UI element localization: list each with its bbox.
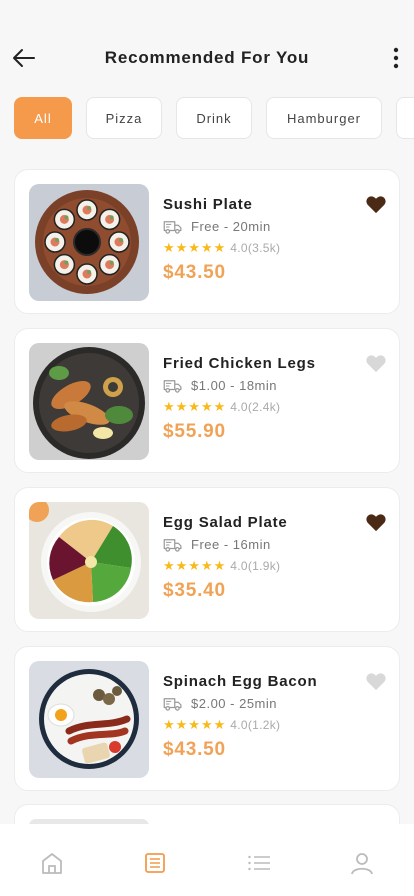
- delivery-text: $2.00 - 25min: [191, 696, 277, 711]
- delivery-info: $1.00 - 18min: [163, 378, 316, 393]
- star-rating-icon: ★★★★★: [163, 240, 227, 255]
- heart-icon: [366, 673, 386, 691]
- recommended-list: Sushi Plate Free - 20min ★★★★★ 4.0(3.5k) …: [14, 169, 400, 805]
- list-item[interactable]: Sushi Plate Free - 20min ★★★★★ 4.0(3.5k) …: [14, 169, 400, 314]
- item-price: $43.50: [163, 262, 226, 283]
- more-options-button[interactable]: [386, 44, 406, 72]
- food-image-sushi: [29, 184, 149, 301]
- item-info: Egg Salad Plate Free - 16min ★★★★★ 4.0(1.…: [163, 514, 288, 602]
- bottom-tab-bar: [0, 824, 414, 896]
- delivery-truck-icon: [163, 379, 182, 393]
- favorite-button[interactable]: [365, 512, 387, 534]
- rating: ★★★★★ 4.0(1.9k): [163, 558, 288, 574]
- filter-chip-partial[interactable]: [396, 97, 414, 139]
- delivery-text: Free - 20min: [191, 219, 271, 234]
- item-info: Sushi Plate Free - 20min ★★★★★ 4.0(3.5k) …: [163, 196, 280, 284]
- favorite-button[interactable]: [365, 194, 387, 216]
- rating-text: 4.0(1.9k): [230, 559, 281, 573]
- filter-chip-pizza[interactable]: Pizza: [86, 97, 162, 139]
- filter-chip-label: Hamburger: [286, 110, 362, 126]
- delivery-truck-icon: [163, 538, 182, 552]
- more-vertical-icon: [393, 47, 399, 69]
- tab-profile[interactable]: [347, 848, 377, 878]
- item-info: Fried Chicken Legs $1.00 - 18min ★★★★★ 4.…: [163, 355, 316, 443]
- rating-text: 4.0(3.5k): [230, 241, 281, 255]
- favorite-button[interactable]: [365, 353, 387, 375]
- delivery-info: Free - 16min: [163, 537, 288, 552]
- list-item[interactable]: Egg Salad Plate Free - 16min ★★★★★ 4.0(1.…: [14, 487, 400, 632]
- item-price: $35.40: [163, 580, 226, 601]
- rating: ★★★★★ 4.0(2.4k): [163, 399, 316, 415]
- profile-icon: [351, 853, 374, 875]
- heart-icon: [366, 514, 386, 532]
- star-rating-icon: ★★★★★: [163, 558, 227, 573]
- filter-chip-all[interactable]: All: [14, 97, 72, 139]
- favorite-button[interactable]: [365, 671, 387, 693]
- star-rating-icon: ★★★★★: [163, 399, 227, 414]
- filter-chip-hamburger[interactable]: Hamburger: [266, 97, 382, 139]
- item-name: Spinach Egg Bacon: [163, 673, 318, 690]
- filter-chip-label: Drink: [196, 110, 232, 126]
- item-price: $43.50: [163, 739, 226, 760]
- home-icon: [41, 853, 62, 874]
- tab-orders[interactable]: [140, 848, 170, 878]
- category-filter-bar: All Pizza Drink Hamburger: [14, 97, 414, 139]
- food-image-bacon: [29, 661, 149, 778]
- food-image-salad: [29, 502, 149, 619]
- rating: ★★★★★ 4.0(1.2k): [163, 717, 317, 733]
- filter-chip-label: Pizza: [105, 110, 143, 126]
- arrow-left-icon: [13, 49, 35, 67]
- list-item[interactable]: Spinach Egg Bacon $2.00 - 25min ★★★★★ 4.0…: [14, 646, 400, 791]
- list-icon: [248, 855, 270, 871]
- delivery-info: $2.00 - 25min: [163, 696, 317, 711]
- item-name: Egg Salad Plate: [163, 514, 288, 531]
- item-name: Fried Chicken Legs: [163, 355, 316, 372]
- heart-icon: [366, 196, 386, 214]
- delivery-text: Free - 16min: [191, 537, 271, 552]
- orders-icon: [145, 853, 166, 873]
- star-rating-icon: ★★★★★: [163, 717, 227, 732]
- item-price: $55.90: [163, 421, 226, 442]
- tab-home[interactable]: [37, 848, 67, 878]
- delivery-truck-icon: [163, 697, 182, 711]
- top-bar: Recommended For You: [0, 36, 414, 80]
- rating-text: 4.0(2.4k): [230, 400, 281, 414]
- delivery-info: Free - 20min: [163, 219, 280, 234]
- item-info: Spinach Egg Bacon $2.00 - 25min ★★★★★ 4.0…: [163, 673, 317, 761]
- rating: ★★★★★ 4.0(3.5k): [163, 240, 280, 256]
- filter-chip-label: All: [34, 110, 52, 126]
- delivery-truck-icon: [163, 220, 182, 234]
- rating-text: 4.0(1.2k): [230, 718, 281, 732]
- tab-list[interactable]: [244, 848, 274, 878]
- back-button[interactable]: [10, 44, 38, 72]
- item-name: Sushi Plate: [163, 196, 253, 213]
- heart-icon: [366, 355, 386, 373]
- page-title: Recommended For You: [104, 48, 310, 67]
- filter-chip-drink[interactable]: Drink: [176, 97, 252, 139]
- list-item[interactable]: Fried Chicken Legs $1.00 - 18min ★★★★★ 4.…: [14, 328, 400, 473]
- delivery-text: $1.00 - 18min: [191, 378, 277, 393]
- food-image-chicken: [29, 343, 149, 460]
